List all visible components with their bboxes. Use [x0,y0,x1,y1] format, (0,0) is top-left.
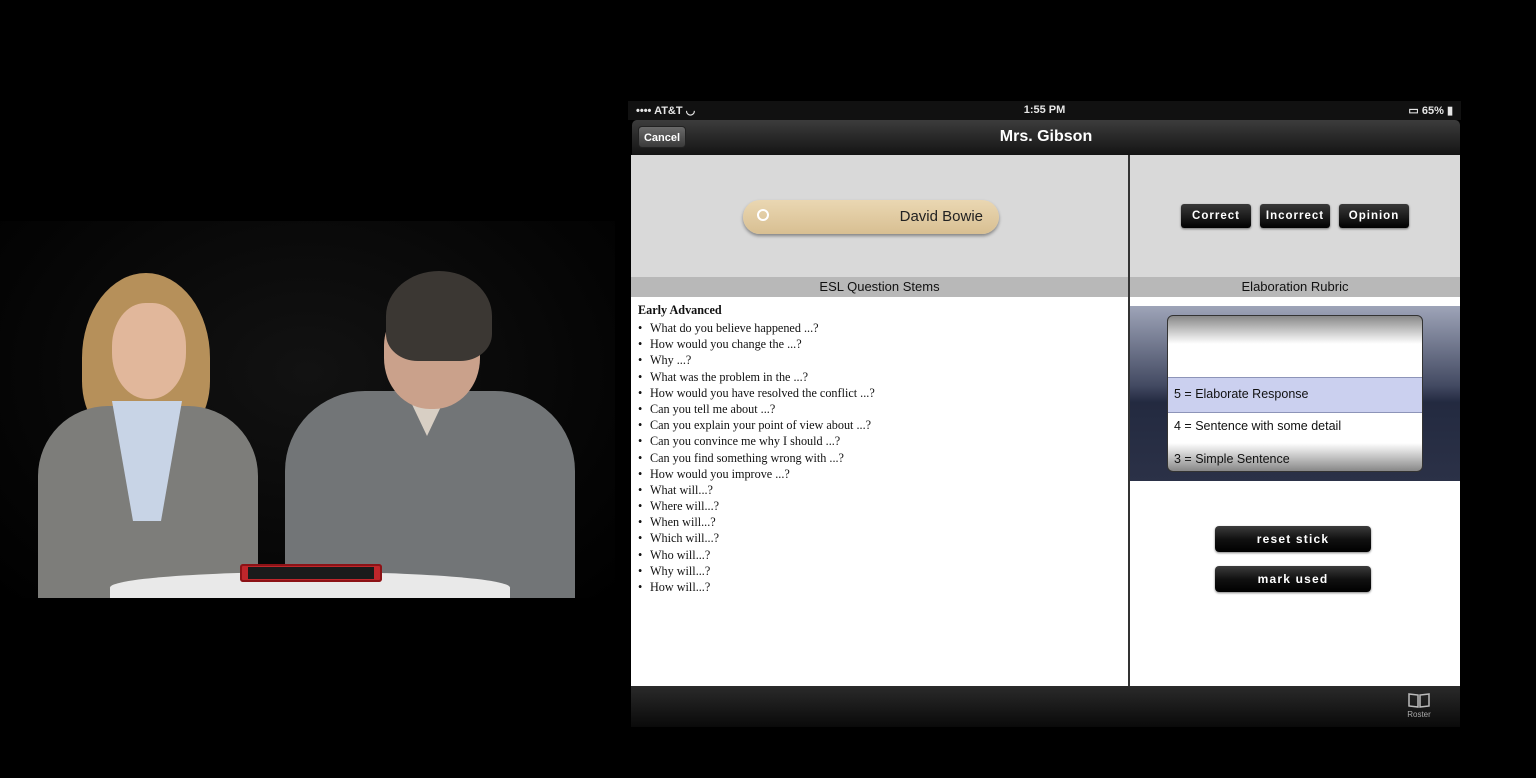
rubric-header: Elaboration Rubric [1130,277,1460,297]
battery-indicator: ▭ 65% ▮ [1408,105,1453,117]
question-stems: Early Advanced What do you believe happe… [638,303,875,595]
stem-item: How would you improve ...? [638,466,875,482]
picker-option[interactable]: 4 = Sentence with some detail [1174,410,1341,442]
opinion-button[interactable]: Opinion [1339,204,1409,228]
student-name: David Bowie [899,208,983,225]
video-frame [0,221,615,598]
rubric-picker-frame: 5 = Elaborate Response 4 = Sentence with… [1130,306,1460,481]
stem-item: How would you have resolved the conflict… [638,385,875,401]
stem-item: Why will...? [638,563,875,579]
book-icon [1408,693,1430,708]
stick-area: David Bowie [631,155,1128,277]
stems-header: ESL Question Stems [631,277,1128,297]
page-title: Mrs. Gibson [999,128,1093,145]
stem-item: How would you change the ...? [638,336,875,352]
stem-item: Can you explain your point of view about… [638,417,875,433]
student-stick[interactable]: David Bowie [743,200,999,234]
ipad-screen: •••• AT&T ◡ 1:55 PM ▭ 65% ▮ Cancel Mrs. … [628,101,1461,727]
tab-bar: Roster [631,686,1460,727]
stem-item: What do you believe happened ...? [638,320,875,336]
stem-item: Can you tell me about ...? [638,401,875,417]
picker-option[interactable]: 5 = Elaborate Response [1174,378,1308,410]
stem-item: Where will...? [638,498,875,514]
stem-item: Can you convince me why I should ...? [638,433,875,449]
stem-item: When will...? [638,514,875,530]
mark-used-button[interactable]: mark used [1215,566,1371,592]
stem-item: How will...? [638,579,875,595]
stem-item: What will...? [638,482,875,498]
stem-item: Which will...? [638,530,875,546]
level-heading: Early Advanced [638,303,722,317]
stem-item: What was the problem in the ...? [638,369,875,385]
roster-label: Roster [1407,710,1431,719]
tab-roster[interactable]: Roster [1394,692,1444,719]
right-pane: Correct Incorrect Opinion Elaboration Ru… [1130,155,1460,686]
correct-button[interactable]: Correct [1181,204,1251,228]
status-time: 1:55 PM [1023,104,1066,116]
airplay-icon: ▭ [1408,105,1419,117]
battery-icon: ▮ [1446,105,1453,117]
presenter-2-hair [386,271,492,361]
stem-item: Can you find something wrong with ...? [638,450,875,466]
main-content: David Bowie ESL Question Stems Early Adv… [631,155,1460,686]
stick-ring-icon [757,209,769,221]
presenter-1-face [112,303,186,399]
stem-item: Why ...? [638,352,875,368]
red-tablet [240,564,382,582]
stem-list: What do you believe happened ...?How wou… [638,320,875,595]
left-pane: David Bowie ESL Question Stems Early Adv… [631,155,1128,686]
navigation-bar: Cancel Mrs. Gibson [632,120,1460,155]
response-area: Correct Incorrect Opinion [1130,155,1460,277]
incorrect-button[interactable]: Incorrect [1260,204,1330,228]
status-bar: •••• AT&T ◡ 1:55 PM ▭ 65% ▮ [628,101,1461,120]
stem-item: Who will...? [638,547,875,563]
picker-option[interactable]: 3 = Simple Sentence [1174,443,1290,471]
reset-stick-button[interactable]: reset stick [1215,526,1371,552]
rubric-picker[interactable]: 5 = Elaborate Response 4 = Sentence with… [1167,315,1423,472]
